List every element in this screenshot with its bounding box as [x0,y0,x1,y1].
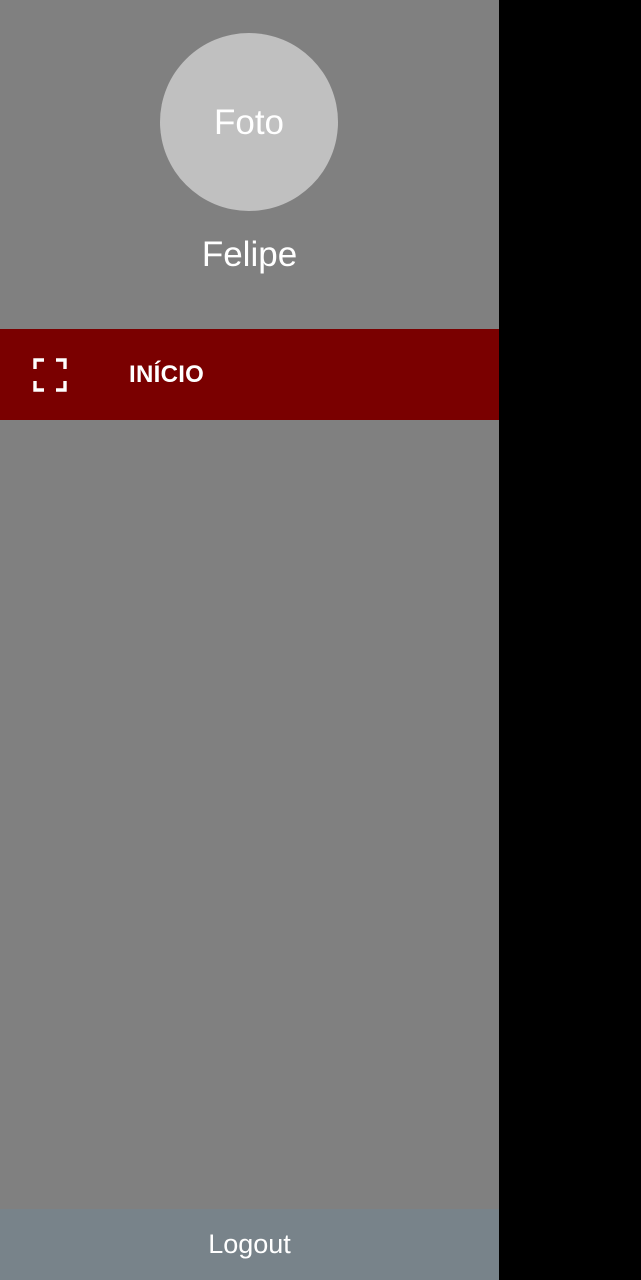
navigation-drawer: Foto Felipe INÍCIO Logout [0,0,499,1280]
menu-item-label: INÍCIO [129,361,205,388]
user-name: Felipe [201,235,298,274]
fullscreen-icon [33,358,67,392]
menu-item-inicio[interactable] [0,329,499,420]
app-screen: Foto Felipe INÍCIO Logout [0,0,641,1280]
avatar-placeholder-label: Foto [213,102,285,142]
logout-label: Logout [208,1229,291,1259]
drawer-scrim[interactable] [499,0,641,1280]
logout-button[interactable]: Logout [0,1209,499,1280]
avatar: Foto [160,33,338,211]
